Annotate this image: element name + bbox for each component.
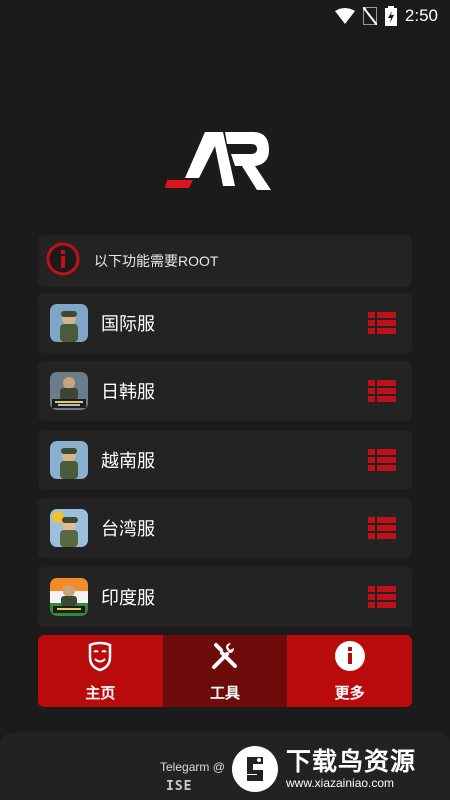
pubg-tw-icon <box>50 509 88 547</box>
wifi-icon <box>334 8 355 24</box>
status-bar: 2:50 <box>0 0 450 32</box>
notice-text: 以下功能需要ROOT <box>94 253 219 269</box>
pubg-vn-icon <box>50 441 88 479</box>
bottom-nav: 主页 工具 更多 <box>38 635 412 707</box>
list-menu-icon[interactable] <box>368 586 396 612</box>
nav-tools-button[interactable]: 工具 <box>162 635 288 707</box>
bird-logo-icon <box>232 746 278 792</box>
nav-label: 主页 <box>85 683 116 702</box>
list-menu-icon[interactable] <box>368 312 396 338</box>
server-item-global[interactable]: 国际服 <box>38 293 412 353</box>
nav-label: 更多 <box>334 683 365 702</box>
nav-home-button[interactable]: 主页 <box>38 635 163 707</box>
nav-label: 工具 <box>210 683 241 702</box>
server-label: 国际服 <box>101 314 155 335</box>
server-label: 越南服 <box>101 451 155 472</box>
info-circle-icon <box>46 242 80 280</box>
server-item-vietnam[interactable]: 越南服 <box>38 430 412 490</box>
tools-icon <box>209 640 241 676</box>
watermark: 下载鸟资源 www.xiazainiao.com <box>232 742 444 796</box>
mask-icon <box>84 640 116 676</box>
pubg-kr-jp-icon <box>50 372 88 410</box>
app-logo <box>165 120 275 195</box>
root-notice: 以下功能需要ROOT <box>38 235 412 287</box>
list-menu-icon[interactable] <box>368 517 396 543</box>
footer-badge: ISE <box>166 779 193 794</box>
pubg-in-icon <box>50 578 88 616</box>
list-menu-icon[interactable] <box>368 449 396 475</box>
server-item-india[interactable]: 印度服 <box>38 567 412 627</box>
list-menu-icon[interactable] <box>368 380 396 406</box>
info-icon <box>334 640 366 676</box>
footer-telegram-text[interactable]: Telegarm @ <box>160 760 225 774</box>
server-item-taiwan[interactable]: 台湾服 <box>38 498 412 558</box>
pubg-global-icon <box>50 304 88 342</box>
status-time: 2:50 <box>404 6 438 25</box>
nav-more-button[interactable]: 更多 <box>287 635 412 707</box>
server-label: 印度服 <box>101 588 155 609</box>
server-item-jp-kr[interactable]: 日韩服 <box>38 361 412 421</box>
watermark-title: 下载鸟资源 <box>286 747 417 776</box>
server-label: 日韩服 <box>101 382 155 403</box>
server-label: 台湾服 <box>101 519 155 540</box>
watermark-url: www.xiazainiao.com <box>286 776 395 790</box>
battery-charging-icon <box>384 6 397 26</box>
no-sim-icon <box>362 7 377 25</box>
